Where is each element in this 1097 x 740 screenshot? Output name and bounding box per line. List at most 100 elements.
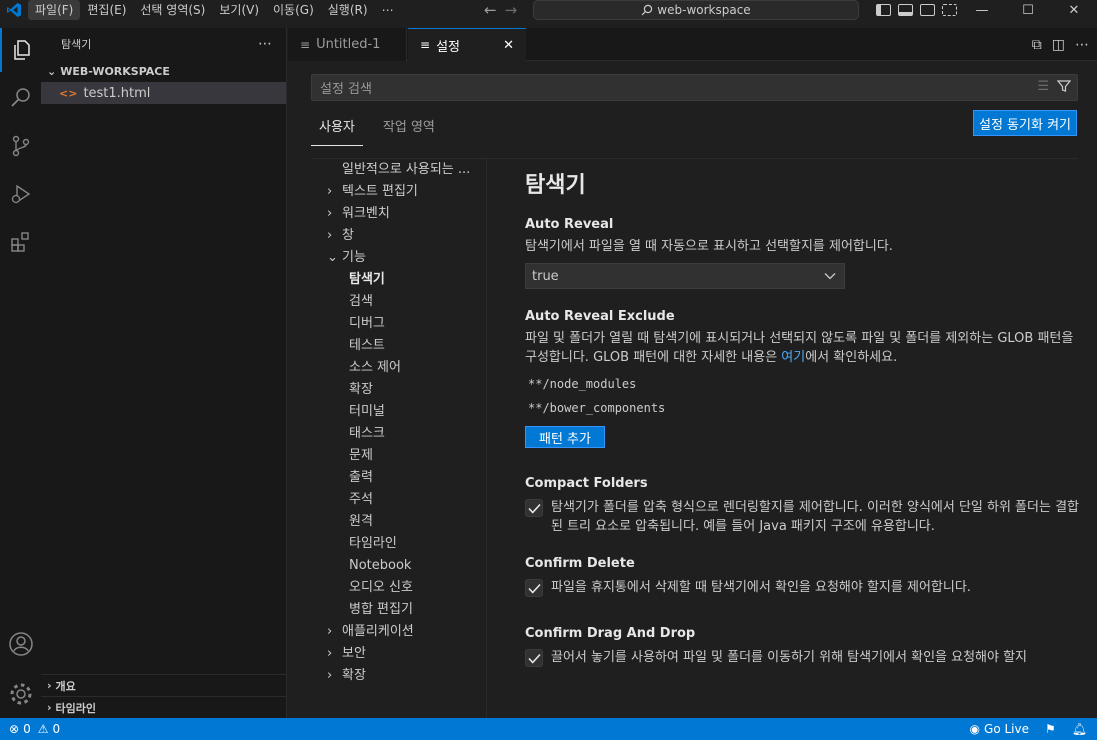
toc-item[interactable]: › 텍스트 편집기: [311, 181, 487, 203]
toc-item[interactable]: 디버그: [311, 313, 487, 335]
chevron-down-icon: ⌄: [327, 250, 338, 265]
toc-item[interactable]: 문제: [311, 445, 487, 467]
confirm-dnd-checkbox[interactable]: [525, 649, 543, 667]
accounts-icon[interactable]: [0, 622, 41, 666]
minimize-icon[interactable]: —: [959, 0, 1005, 20]
menu-go[interactable]: 이동(G): [266, 0, 321, 20]
customize-layout-icon[interactable]: [942, 4, 957, 16]
toc-item[interactable]: 테스트: [311, 335, 487, 357]
file-item-test1[interactable]: <> test1.html: [41, 82, 286, 104]
menu-edit[interactable]: 편집(E): [80, 0, 133, 20]
toc-item[interactable]: 타임라인: [311, 533, 487, 555]
toc-item[interactable]: ⌄ 기능: [311, 247, 487, 269]
toc-item[interactable]: › 워크벤치: [311, 203, 487, 225]
compact-folders-row: 탐색기가 폴더를 압축 형식으로 렌더링할지를 제어합니다. 이러한 양식에서 …: [525, 498, 1085, 536]
settings-editor: 설정 검색 ☰ 사용자 작업 영역 설정 동기화 켜기 일반적으로 사용되는 .…: [288, 62, 1097, 719]
toc-item[interactable]: › 창: [311, 225, 487, 247]
toc-item[interactable]: 일반적으로 사용되는 ...: [311, 159, 487, 181]
toc-item[interactable]: 탐색기: [311, 269, 487, 291]
confirm-delete-checkbox[interactable]: [525, 579, 543, 597]
toc-item[interactable]: 터미널: [311, 401, 487, 423]
toc-item[interactable]: 출력: [311, 467, 487, 489]
feedback-icon[interactable]: ⚑: [1045, 722, 1056, 736]
tab-workspace-settings[interactable]: 작업 영역: [375, 114, 443, 146]
toc-label: 오디오 신호: [349, 580, 413, 595]
toc-label: 검색: [349, 294, 373, 309]
settings-toc: 일반적으로 사용되는 ... › 텍스트 편집기 › 워크벤치 › 창 ⌄ 기능 탐색기검색디버그…: [311, 159, 487, 719]
sidebar-header: 탐색기 ⋯: [41, 28, 286, 60]
workspace-section[interactable]: ⌄ WEB-WORKSPACE: [41, 60, 286, 82]
menu-file[interactable]: 파일(F): [28, 0, 81, 20]
exclude-pattern-item[interactable]: **/node_modules: [525, 372, 1085, 396]
tab-user-settings[interactable]: 사용자: [311, 114, 363, 146]
toc-item[interactable]: 오디오 신호: [311, 577, 487, 599]
close-tab-icon[interactable]: ✕: [503, 38, 514, 53]
manage-gear-icon[interactable]: [0, 672, 41, 716]
exclude-pattern-item[interactable]: **/bower_components: [525, 396, 1085, 420]
split-editor-icon[interactable]: ◫: [1052, 37, 1065, 53]
tab-settings[interactable]: ≡ 설정 ✕: [408, 28, 526, 61]
menu-view[interactable]: 보기(V): [212, 0, 266, 20]
problems-indicator[interactable]: ⊗ 0 ⚠ 0: [0, 722, 60, 736]
add-pattern-button[interactable]: 패턴 추가: [525, 426, 605, 448]
extensions-icon[interactable]: [0, 220, 41, 264]
chevron-right-icon: ›: [327, 646, 333, 661]
toc-label: 애플리케이션: [342, 624, 414, 639]
clear-filter-icon[interactable]: ☰: [1037, 79, 1049, 94]
toc-label: 확장: [349, 382, 373, 397]
toc-item[interactable]: 검색: [311, 291, 487, 313]
search-icon[interactable]: [0, 76, 41, 120]
more-actions-icon[interactable]: ⋯: [1075, 37, 1089, 53]
window-controls: — ☐ ✕: [959, 0, 1097, 20]
toggle-panel-icon[interactable]: [898, 4, 913, 16]
run-debug-icon[interactable]: [0, 172, 41, 216]
toc-label: 디버그: [349, 316, 385, 331]
toc-item[interactable]: 원격: [311, 511, 487, 533]
confirm-delete-row: 파일을 휴지통에서 삭제할 때 탐색기에서 확인을 요청해야 할지를 제어합니다…: [525, 578, 1085, 597]
close-window-icon[interactable]: ✕: [1051, 0, 1097, 20]
toc-item[interactable]: 소스 제어: [311, 357, 487, 379]
timeline-section[interactable]: › 타임라인: [41, 696, 286, 718]
menu-more[interactable]: ⋯: [375, 0, 401, 20]
toc-item[interactable]: › 확장: [311, 665, 487, 687]
filter-icon[interactable]: [1057, 79, 1071, 93]
settings-sync-button[interactable]: 설정 동기화 켜기: [973, 110, 1077, 136]
toc-label: 병합 편집기: [349, 602, 413, 617]
toc-item[interactable]: › 애플리케이션: [311, 621, 487, 643]
menu-selection[interactable]: 선택 영역(S): [133, 0, 212, 20]
sidebar-more-icon[interactable]: ⋯: [258, 36, 272, 52]
settings-search-input[interactable]: 설정 검색 ☰: [311, 74, 1078, 101]
check-icon: [527, 503, 541, 514]
toc-item[interactable]: 병합 편집기: [311, 599, 487, 621]
maximize-icon[interactable]: ☐: [1005, 0, 1051, 20]
notifications-bell-icon[interactable]: 🔔︎: [1072, 722, 1087, 736]
menu-run[interactable]: 실행(R): [321, 0, 375, 20]
toc-item[interactable]: 주석: [311, 489, 487, 511]
toc-item[interactable]: 확장: [311, 379, 487, 401]
source-control-icon[interactable]: [0, 124, 41, 168]
chevron-right-icon: ›: [47, 701, 52, 714]
forward-arrow-icon[interactable]: →: [505, 1, 518, 19]
compact-folders-checkbox[interactable]: [525, 499, 543, 517]
toc-item[interactable]: › 보안: [311, 643, 487, 665]
go-live-button[interactable]: ◉ Go Live: [970, 722, 1029, 736]
tab-untitled-1[interactable]: ≡ Untitled-1: [288, 28, 407, 61]
setting-auto-reveal: Auto Reveal 탐색기에서 파일을 열 때 자동으로 표시하고 선택할지…: [525, 217, 1085, 289]
toc-label: 원격: [349, 514, 373, 529]
toggle-primary-sidebar-icon[interactable]: [876, 4, 891, 16]
toc-item[interactable]: 태스크: [311, 423, 487, 445]
explorer-icon[interactable]: [0, 28, 41, 72]
setting-confirm-delete: Confirm Delete 파일을 휴지통에서 삭제할 때 탐색기에서 확인을…: [525, 556, 1085, 597]
toggle-secondary-sidebar-icon[interactable]: [920, 4, 935, 16]
title-bar: 파일(F) 편집(E) 선택 영역(S) 보기(V) 이동(G) 실행(R) ⋯…: [0, 0, 1097, 20]
chevron-right-icon: ›: [327, 624, 333, 639]
open-settings-json-icon[interactable]: ⧉: [1032, 37, 1042, 53]
editor-actions: ⧉ ◫ ⋯: [1032, 28, 1089, 61]
toc-item[interactable]: Notebook: [311, 555, 487, 577]
glob-docs-link[interactable]: 여기: [781, 350, 805, 365]
command-center[interactable]: web-workspace: [533, 0, 859, 20]
outline-section[interactable]: › 개요: [41, 674, 286, 696]
auto-reveal-select[interactable]: true: [525, 263, 845, 289]
back-arrow-icon[interactable]: ←: [484, 1, 497, 19]
chevron-right-icon: ›: [47, 679, 52, 692]
